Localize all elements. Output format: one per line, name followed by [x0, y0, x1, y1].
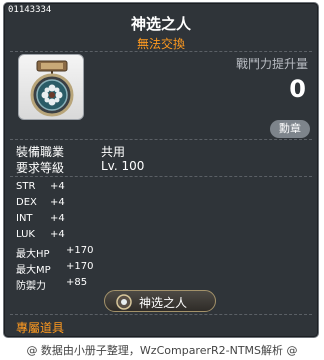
divider: [10, 176, 312, 177]
stat-label: DEX: [16, 197, 37, 208]
set-emblem-icon: [116, 294, 132, 310]
item-icon-frame: [18, 54, 84, 120]
requirement-label: 要求等級: [16, 161, 65, 175]
exclusive-item-label: 專屬道具: [16, 321, 65, 335]
stat-label: 最大HP: [16, 249, 50, 260]
stat-label: INT: [16, 213, 33, 224]
medal-icon: [30, 60, 74, 117]
stat-value: +85: [66, 277, 88, 288]
set-name-label: 神选之人: [139, 296, 188, 310]
requirement-value: 共用: [101, 145, 126, 159]
set-name-pill: 神选之人: [104, 290, 216, 312]
category-badge: 勳章: [270, 120, 310, 138]
power-increase-label: 戰鬥力提升量: [235, 57, 308, 71]
stat-label: 防禦力: [16, 281, 46, 292]
stat-row-str: STR +4: [16, 181, 65, 192]
stat-value: +4: [50, 229, 65, 240]
stat-row-dex: DEX +4: [16, 197, 65, 208]
item-tooltip: 01143334 神选之人 無法交換 戰鬥力提升量 0 勳章 裝備職業 共用 要…: [3, 2, 319, 338]
stat-row-int: INT +4: [16, 213, 65, 224]
requirement-label: 裝備職業: [16, 145, 65, 159]
divider: [10, 139, 312, 140]
divider: [10, 314, 312, 315]
stat-row-luk: LUK +4: [16, 229, 65, 240]
stat-value: +4: [50, 181, 65, 192]
requirement-row-level: 要求等級 Lv. 100: [16, 159, 144, 176]
stat-value: +170: [66, 261, 94, 272]
credit-footer: @ 数据由小册子整理，WzComparerR2-NTMS解析 @: [26, 344, 298, 357]
trade-status: 無法交換: [136, 37, 185, 51]
stat-label: STR: [16, 181, 36, 192]
requirement-value: Lv. 100: [101, 159, 145, 173]
divider: [10, 51, 312, 52]
stat-label: 最大MP: [16, 265, 51, 276]
item-name: 神选之人: [130, 15, 191, 33]
requirement-row-job: 裝備職業 共用: [16, 143, 125, 160]
stat-row-max-mp: 最大MP +170: [16, 261, 93, 276]
stat-value: +4: [50, 213, 65, 224]
stat-label: LUK: [16, 229, 35, 240]
stat-row-max-hp: 最大HP +170: [16, 245, 93, 260]
stat-value: +170: [66, 245, 94, 256]
stat-row-defense: 防禦力 +85: [16, 277, 87, 292]
stat-value: +4: [50, 197, 65, 208]
power-increase-value: 0: [289, 75, 306, 103]
